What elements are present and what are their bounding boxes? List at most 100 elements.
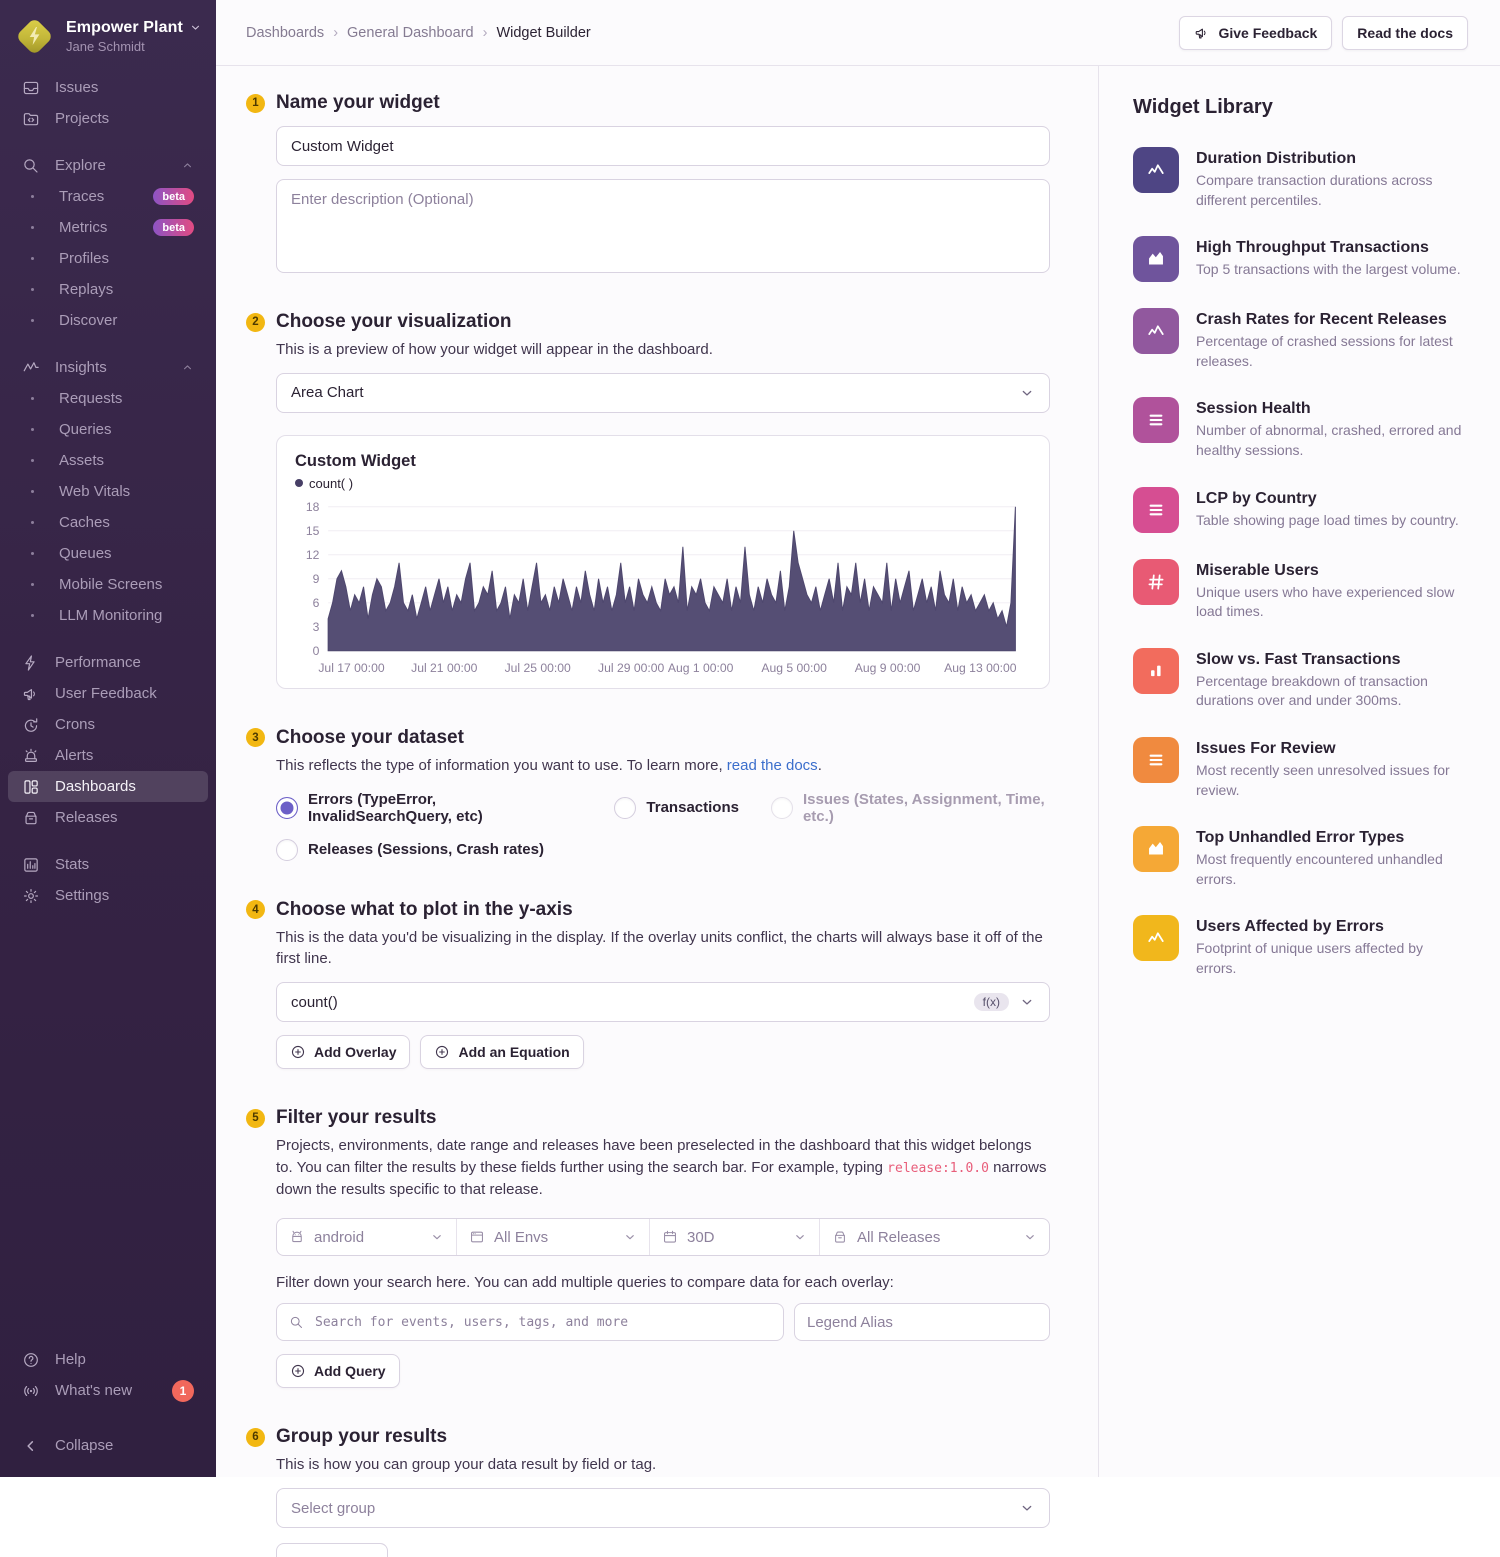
widget-library-item-users-affected-by-errors[interactable]: Users Affected by ErrorsFootprint of uni…	[1133, 915, 1466, 978]
fx-pill: f(x)	[974, 993, 1009, 1011]
widget-text: Issues For ReviewMost recently seen unre…	[1196, 737, 1466, 800]
widget-library-item-slow-vs-fast-transactions[interactable]: Slow vs. Fast TransactionsPercentage bre…	[1133, 648, 1466, 711]
sidebar-item-user-feedback[interactable]: User Feedback	[8, 678, 208, 709]
sidebar-item-label: Metrics	[59, 219, 107, 236]
sidebar-item-label: LLM Monitoring	[59, 607, 162, 624]
sidebar-item-performance[interactable]: Performance	[8, 647, 208, 678]
sidebar-item-dashboards[interactable]: Dashboards	[8, 771, 208, 802]
widget-library-item-high-throughput-transactions[interactable]: High Throughput TransactionsTop 5 transa…	[1133, 236, 1466, 282]
add-group-button-partial[interactable]	[276, 1543, 388, 1557]
release-code-sample: release:1.0.0	[887, 1161, 989, 1176]
sidebar-item-llm-monitoring[interactable]: LLM Monitoring	[8, 600, 208, 631]
widget-library-item-duration-distribution[interactable]: Duration DistributionCompare transaction…	[1133, 147, 1466, 210]
android-icon	[289, 1229, 305, 1245]
beta-badge: beta	[153, 219, 194, 236]
widget-tile	[1133, 737, 1179, 783]
breadcrumb-general-dashboard[interactable]: General Dashboard	[347, 25, 474, 41]
sidebar-item-assets[interactable]: Assets	[8, 445, 208, 476]
sidebar-item-alerts[interactable]: Alerts	[8, 740, 208, 771]
group-select[interactable]: Select group	[276, 1488, 1050, 1528]
sidebar-item-crons[interactable]: Crons	[8, 709, 208, 740]
widget-text: Users Affected by ErrorsFootprint of uni…	[1196, 915, 1466, 978]
dataset-option-label: Errors (TypeError, InvalidSearchQuery, e…	[308, 791, 582, 825]
add-overlay-button[interactable]: Add Overlay	[276, 1035, 410, 1069]
table-icon	[1145, 749, 1167, 771]
sidebar-item-releases[interactable]: Releases	[8, 802, 208, 833]
radio-icon[interactable]	[276, 797, 298, 819]
filter-bar: android All Envs 30D	[276, 1218, 1050, 1256]
org-text: Empower Plant Jane Schmidt	[66, 19, 202, 54]
widget-title: LCP by Country	[1196, 490, 1459, 508]
sidebar-item-metrics[interactable]: Metrics beta	[8, 212, 208, 243]
dataset-option-releases-sessions-crash-rates[interactable]: Releases (Sessions, Crash rates)	[276, 839, 544, 861]
widget-tile	[1133, 487, 1179, 533]
sidebar-item-queries[interactable]: Queries	[8, 414, 208, 445]
chevron-up-icon	[181, 361, 194, 374]
sidebar-item-web-vitals[interactable]: Web Vitals	[8, 476, 208, 507]
widget-library-item-lcp-by-country[interactable]: LCP by CountryTable showing page load ti…	[1133, 487, 1466, 533]
release-filter[interactable]: All Releases	[820, 1219, 1049, 1255]
sidebar-item-queues[interactable]: Queues	[8, 538, 208, 569]
dataset-option-transactions[interactable]: Transactions	[614, 797, 739, 819]
widget-title: Top Unhandled Error Types	[1196, 829, 1466, 847]
widget-description-input[interactable]	[276, 179, 1050, 273]
sidebar-item-discover[interactable]: Discover	[8, 305, 208, 336]
sidebar-item-label: Crons	[55, 716, 95, 733]
add-overlay-label: Add Overlay	[314, 1044, 396, 1060]
widget-title: Crash Rates for Recent Releases	[1196, 311, 1466, 329]
sidebar-item-stats[interactable]: Stats	[8, 849, 208, 880]
widget-library-item-top-unhandled-error-types[interactable]: Top Unhandled Error TypesMost frequently…	[1133, 826, 1466, 889]
sidebar-item-explore[interactable]: Explore	[8, 150, 208, 181]
legend-label: count( )	[309, 476, 353, 491]
sidebar-item-mobile-screens[interactable]: Mobile Screens	[8, 569, 208, 600]
add-query-button[interactable]: Add Query	[276, 1354, 400, 1388]
step-number: 5	[246, 1109, 265, 1128]
dataset-option-errors-typeerror-invalidsearchquery-etc[interactable]: Errors (TypeError, InvalidSearchQuery, e…	[276, 791, 582, 825]
sidebar-item-collapse[interactable]: Collapse	[8, 1430, 208, 1461]
add-equation-button[interactable]: Add an Equation	[420, 1035, 583, 1069]
visualization-select[interactable]: Area Chart	[276, 373, 1050, 413]
chevron-down-icon	[793, 1230, 807, 1244]
step-name-your-widget: 1 Name your widget	[246, 92, 1050, 273]
radio-icon[interactable]	[276, 839, 298, 861]
sidebar-item-issues[interactable]: Issues	[8, 72, 208, 103]
sidebar-item-projects[interactable]: Projects	[8, 103, 208, 134]
widget-library-item-session-health[interactable]: Session HealthNumber of abnormal, crashe…	[1133, 397, 1466, 460]
sidebar-item-help[interactable]: Help	[8, 1344, 208, 1375]
sidebar-item-profiles[interactable]: Profiles	[8, 243, 208, 274]
chevron-down-icon	[1019, 385, 1035, 401]
radio-icon[interactable]	[614, 797, 636, 819]
svg-text:Aug 13 00:00: Aug 13 00:00	[944, 661, 1017, 675]
sidebar-item-traces[interactable]: Tracesbeta	[8, 181, 208, 212]
org-switcher[interactable]: Empower Plant Jane Schmidt	[0, 14, 216, 72]
widget-library-item-crash-rates-for-recent-releases[interactable]: Crash Rates for Recent ReleasesPercentag…	[1133, 308, 1466, 371]
widget-name-input[interactable]	[276, 126, 1050, 166]
sidebar-item-replays[interactable]: Replays	[8, 274, 208, 305]
sidebar-item-settings[interactable]: Settings	[8, 880, 208, 911]
yaxis-field-select[interactable]: count() f(x)	[276, 982, 1050, 1022]
legend-alias-input[interactable]	[794, 1303, 1050, 1341]
sidebar-item-caches[interactable]: Caches	[8, 507, 208, 538]
date-range-filter[interactable]: 30D	[650, 1219, 820, 1255]
dataset-option-issues-states-assignment-time-etc[interactable]: Issues (States, Assignment, Time, etc.)	[771, 791, 1050, 825]
svg-text:15: 15	[306, 524, 320, 538]
project-filter[interactable]: android	[277, 1219, 457, 1255]
query-search-input[interactable]	[313, 1314, 771, 1331]
radio-icon[interactable]	[771, 797, 793, 819]
read-the-docs-link[interactable]: read the docs	[727, 757, 818, 774]
sidebar-item-label: Explore	[55, 157, 106, 174]
read-docs-button[interactable]: Read the docs	[1342, 16, 1468, 50]
breadcrumb-dashboards[interactable]: Dashboards	[246, 25, 324, 41]
sidebar-item-requests[interactable]: Requests	[8, 383, 208, 414]
bullet-icon	[31, 428, 34, 431]
widget-tile	[1133, 648, 1179, 694]
environment-filter[interactable]: All Envs	[457, 1219, 650, 1255]
sidebar-item-what-s-new[interactable]: What's new1	[8, 1375, 208, 1406]
widget-title: Duration Distribution	[1196, 150, 1466, 168]
sidebar-item-insights[interactable]: Insights	[8, 352, 208, 383]
widget-library-item-issues-for-review[interactable]: Issues For ReviewMost recently seen unre…	[1133, 737, 1466, 800]
give-feedback-button[interactable]: Give Feedback	[1179, 16, 1332, 50]
broadcast-icon	[22, 1382, 40, 1400]
widget-library-item-miserable-users[interactable]: Miserable UsersUnique users who have exp…	[1133, 559, 1466, 622]
widget-title: Session Health	[1196, 400, 1466, 418]
